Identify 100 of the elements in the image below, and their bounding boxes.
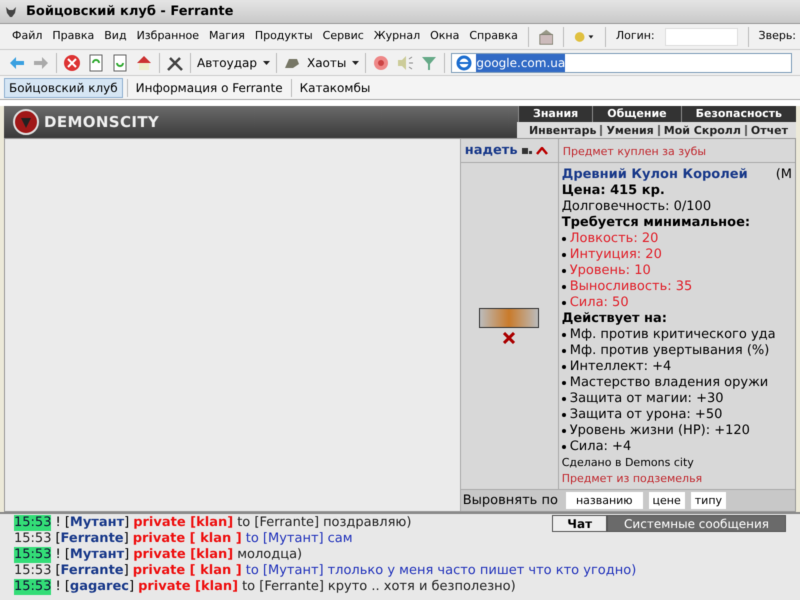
menu-item[interactable]: Журнал — [374, 28, 420, 45]
channel-label: private [klan] — [133, 547, 234, 563]
channel-label: private [klan] — [138, 579, 238, 595]
message-text: тлолько у меня часто пишет что кто угодно) — [328, 563, 636, 579]
requirement-text: Выносливость: 35 — [570, 279, 692, 295]
nav-link[interactable]: Инвентарь — [524, 124, 600, 136]
browser-icon — [456, 54, 472, 70]
effects-title: Действует на: — [562, 311, 668, 327]
sort-label: Выровнять по — [462, 492, 558, 510]
chat-tab[interactable]: Системные сообщения — [607, 515, 786, 532]
address-field[interactable]: google.com.ua — [451, 52, 792, 72]
item-maker: Сделано в Demons city — [562, 455, 695, 471]
message-text: молодца) — [237, 547, 302, 563]
requirement-text: Уровень: 10 — [570, 263, 651, 279]
effect-text: Мф. против увертывания (%) — [570, 343, 770, 359]
bullet-icon — [562, 365, 566, 369]
brb-sign-icon[interactable] — [538, 26, 554, 46]
requirement-text: Интуиция: 20 — [570, 247, 662, 263]
requirements-title: Требуется минимальное: — [562, 215, 752, 231]
amulet-image — [479, 308, 540, 328]
channel-label: private [ klan ] — [132, 563, 242, 579]
menu-item[interactable]: Правка — [52, 28, 94, 45]
menu-item[interactable]: Справка — [469, 28, 518, 45]
refresh-icon[interactable] — [87, 54, 105, 72]
flower-icon[interactable] — [372, 54, 390, 72]
tab[interactable]: Информация о Ferrante — [132, 78, 287, 98]
nickname[interactable]: ! [gagarec] — [55, 579, 134, 595]
chat-tab[interactable]: Чат — [552, 515, 608, 532]
speaker-icon[interactable] — [396, 54, 414, 72]
sort-button[interactable]: типу — [690, 492, 726, 509]
channel-label: private [ klan ] — [132, 531, 242, 547]
effect-text: Сила: +4 — [570, 439, 632, 455]
menu-item[interactable]: Сервис — [322, 28, 364, 45]
nav-link[interactable]: Умения — [600, 124, 658, 136]
item-durability: Долговечность: 0/100 — [562, 199, 712, 215]
message-time: 15:53 — [14, 563, 52, 579]
bullet-icon — [562, 301, 566, 305]
tab[interactable]: Катакомбы — [296, 78, 374, 98]
item-name[interactable]: Древний Кулон Королей — [562, 167, 748, 183]
nav-link[interactable]: Мой Скролл — [658, 124, 745, 136]
requirement-text: Ловкость: 20 — [570, 231, 658, 247]
refresh-icon[interactable] — [111, 54, 129, 72]
menu-item[interactable]: Продукты — [254, 28, 313, 45]
item-note: Предмет куплен за зубы — [562, 144, 706, 160]
message-target: to [Мутант] — [246, 563, 324, 579]
logo-text: DEMONSCITY — [44, 112, 160, 133]
menu-item[interactable]: Файл — [12, 28, 42, 45]
effect-text: Мастерство владения оружи — [570, 375, 768, 391]
home-icon[interactable] — [135, 54, 153, 72]
nickname[interactable]: ! [Мутант] — [55, 547, 130, 563]
chaos-dropdown[interactable]: Хаоты — [306, 54, 346, 72]
bullet-icon — [562, 349, 566, 353]
nav-link[interactable]: Отчет — [744, 124, 792, 136]
menu-item[interactable]: Магия — [209, 28, 245, 45]
nickname[interactable]: ! [Мутант] — [55, 515, 130, 531]
item-name-suffix: (М — [776, 167, 792, 183]
window-title: Бойцовский клуб - Ferrante — [26, 2, 234, 21]
bullet-icon — [562, 413, 566, 417]
remove-icon[interactable] — [503, 332, 516, 344]
bullet-icon — [562, 237, 566, 241]
bullet-icon — [562, 269, 566, 273]
bullet-icon — [562, 253, 566, 257]
sort-button[interactable]: названию — [566, 492, 643, 509]
bullet-icon — [562, 445, 566, 449]
message-time: 15:53 — [14, 579, 52, 595]
crest-icon — [12, 108, 40, 136]
message-text: сам — [328, 531, 353, 547]
autohit-dropdown[interactable]: Автоудар — [197, 54, 257, 72]
nickname[interactable]: [Ferrante] — [55, 563, 129, 579]
stop-icon[interactable] — [63, 54, 81, 72]
bullet-icon — [562, 429, 566, 433]
login-label: Логин: — [616, 28, 655, 44]
message-target: to [Ferrante] — [237, 515, 320, 531]
effect-text: Мф. против критического уда — [570, 327, 776, 343]
bullet-icon — [562, 285, 566, 289]
effect-text: Интеллект: +4 — [570, 359, 672, 375]
caret-down-icon[interactable] — [262, 60, 270, 64]
requirement-text: Сила: 50 — [570, 295, 629, 311]
message-time: 15:53 — [14, 547, 52, 563]
bullet-icon — [562, 333, 566, 337]
caret-down-icon[interactable] — [352, 60, 360, 64]
message-time: 15:53 — [14, 515, 52, 531]
message-text: круто .. хотя и безполезно) — [328, 579, 516, 595]
tab[interactable]: Бойцовский клуб — [4, 78, 123, 98]
message-text: поздравляю) — [323, 515, 412, 531]
message-time: 15:53 — [14, 531, 52, 547]
sort-button[interactable]: цене — [648, 492, 685, 509]
menu-item[interactable]: Избранное — [136, 28, 200, 45]
menu-item[interactable]: Вид — [104, 28, 127, 45]
channel-label: private [klan] — [133, 515, 234, 531]
bullet-icon — [562, 381, 566, 385]
effect-text: Уровень жизни (HP): +120 — [570, 423, 750, 439]
message-target: to [Ferrante] — [242, 579, 324, 595]
pet-label: Зверь: — [758, 28, 796, 44]
wear-link[interactable]: надеть — [464, 140, 518, 160]
item-origin: Предмет из подземелья — [562, 471, 704, 487]
menu-item[interactable]: Окна — [430, 28, 460, 45]
caret-up-icon[interactable] — [536, 146, 548, 154]
nickname[interactable]: [Ferrante] — [55, 531, 129, 547]
inventory-icon — [522, 146, 532, 154]
